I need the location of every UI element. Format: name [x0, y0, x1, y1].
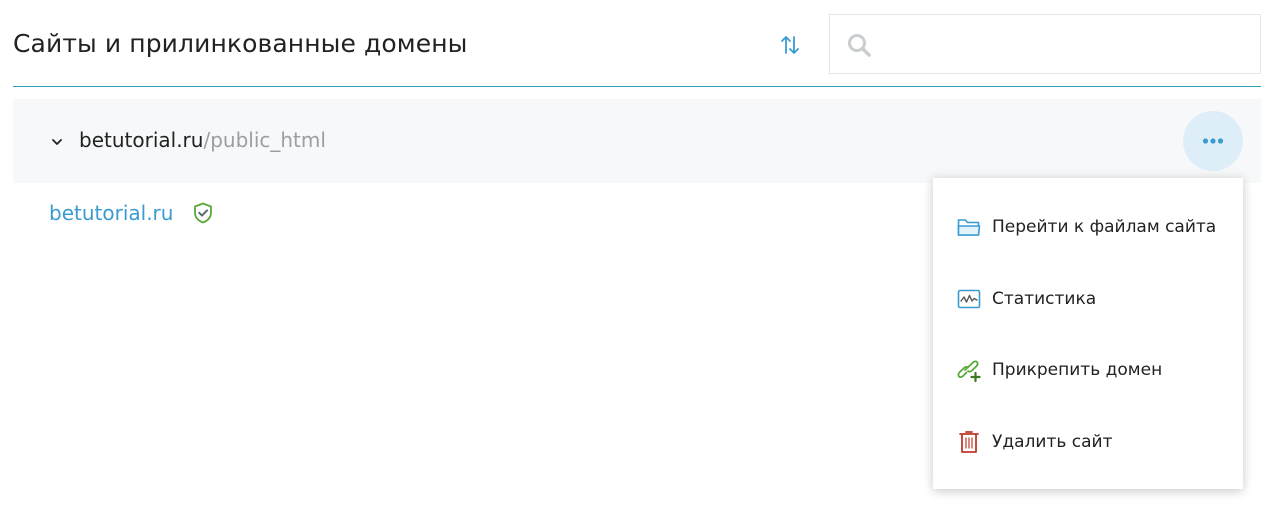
site-domain: betutorial.ru [79, 128, 204, 152]
trash-icon [959, 431, 979, 453]
statistics-icon [957, 289, 981, 309]
menu-item-site-files[interactable]: Перейти к файлам сайта [933, 199, 1243, 255]
link-add-icon [957, 360, 981, 383]
site-name: betutorial.ru/public_html [79, 128, 326, 152]
linked-domain-link[interactable]: betutorial.ru [49, 201, 173, 225]
folder-icon [957, 219, 981, 236]
page-title: Сайты и прилинкованные домены [13, 29, 468, 58]
search-box [829, 14, 1261, 74]
menu-item-statistics[interactable]: Статистика [933, 271, 1243, 327]
menu-item-delete-site[interactable]: Удалить сайт [933, 414, 1243, 470]
sites-page: Сайты и прилинкованные домены betutorial… [0, 0, 1269, 517]
more-dots-icon [1202, 138, 1224, 144]
menu-item-label: Статистика [992, 289, 1097, 309]
menu-item-label: Перейти к файлам сайта [992, 217, 1217, 237]
menu-item-label: Прикрепить домен [992, 360, 1163, 380]
linked-domain-row: betutorial.ru [49, 201, 215, 229]
context-menu: Перейти к файлам сайта Статистика Прикре… [933, 178, 1243, 489]
more-actions-button[interactable] [1183, 111, 1243, 171]
search-input[interactable] [886, 25, 1250, 65]
shield-check-icon [193, 202, 212, 224]
header: Сайты и прилинкованные домены [13, 0, 1261, 87]
menu-item-label: Удалить сайт [992, 432, 1113, 452]
site-path: /public_html [203, 128, 326, 152]
menu-item-attach-domain[interactable]: Прикрепить домен [933, 342, 1243, 398]
sort-button[interactable] [775, 30, 805, 60]
sort-arrows-icon [781, 36, 799, 54]
site-row[interactable]: betutorial.ru/public_html [13, 99, 1261, 183]
search-icon [848, 34, 871, 57]
chevron-down-icon[interactable] [50, 135, 64, 149]
